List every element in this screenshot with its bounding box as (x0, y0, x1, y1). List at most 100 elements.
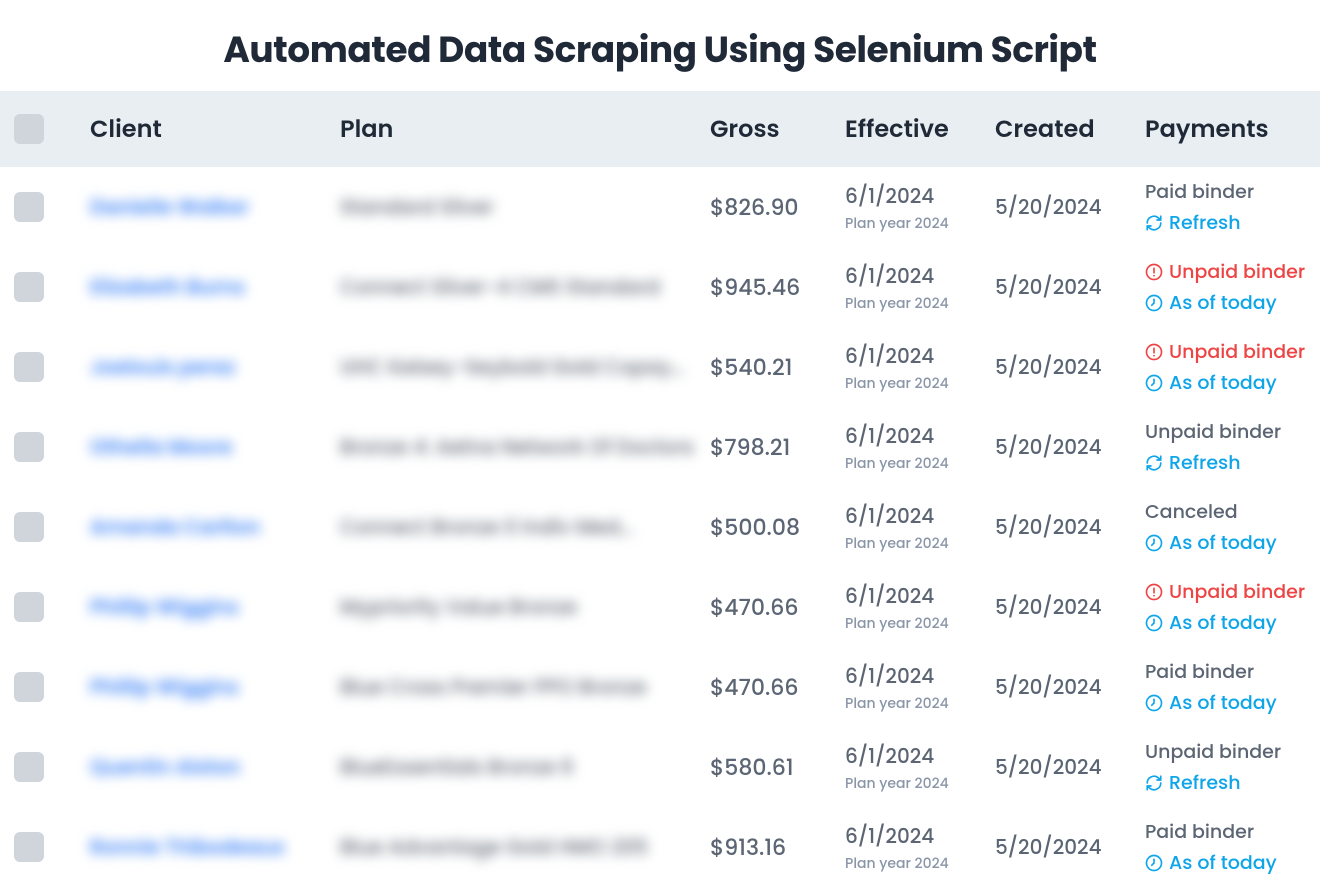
alert-circle-icon (1145, 583, 1163, 601)
payments-cell: Unpaid binderAs of today (1145, 337, 1320, 397)
effective-cell: 6/1/2024Plan year 2024 (845, 421, 995, 474)
created-date: 5/20/2024 (995, 272, 1145, 302)
client-name[interactable]: Joelouis perez (90, 352, 340, 382)
as-of-today-action[interactable]: As of today (1145, 528, 1320, 557)
refresh-action[interactable]: Refresh (1145, 768, 1320, 797)
effective-date: 6/1/2024 (845, 261, 995, 291)
payments-cell: Paid binderAs of today (1145, 817, 1320, 877)
payment-status: Unpaid binder (1145, 577, 1320, 606)
row-checkbox-cell (0, 592, 90, 622)
refresh-action[interactable]: Refresh (1145, 208, 1320, 237)
client-name[interactable]: Quentin Alston (90, 752, 340, 782)
row-checkbox-cell (0, 752, 90, 782)
client-name[interactable]: Ronnie Thibodeaux (90, 832, 340, 862)
effective-cell: 6/1/2024Plan year 2024 (845, 821, 995, 874)
client-name[interactable]: Amanda Carlton (90, 512, 340, 542)
header-checkbox-cell (0, 114, 90, 144)
client-name[interactable]: Danielle Walker (90, 192, 340, 222)
plan-name: UHC Kelsey-Seybold Gold Copay… (340, 352, 710, 382)
clock-icon (1145, 694, 1163, 712)
gross-amount: $945.46 (710, 271, 845, 304)
plan-name: BlueEssentials Bronze 6 (340, 752, 710, 782)
row-checkbox-cell (0, 512, 90, 542)
as-of-today-action[interactable]: As of today (1145, 848, 1320, 877)
plan-name: Blue Cross Premier PPO Bronze (340, 672, 710, 702)
row-checkbox-cell (0, 272, 90, 302)
payment-status-text: Paid binder (1145, 817, 1254, 846)
created-date: 5/20/2024 (995, 592, 1145, 622)
page-title: Automated Data Scraping Using Selenium S… (0, 0, 1320, 91)
table-row: Phillip WigginsBlue Cross Premier PPO Br… (0, 647, 1320, 727)
plan-name: Connect Silver-4 CMS Standard (340, 272, 710, 302)
refresh-action[interactable]: Refresh (1145, 448, 1320, 477)
th-client: Client (90, 112, 340, 147)
effective-cell: 6/1/2024Plan year 2024 (845, 261, 995, 314)
row-checkbox-cell (0, 192, 90, 222)
client-name[interactable]: Elizabeth Burns (90, 272, 340, 302)
as-of-today-action[interactable]: As of today (1145, 688, 1320, 717)
payments-cell: Unpaid binderAs of today (1145, 577, 1320, 637)
payment-status: Canceled (1145, 497, 1320, 526)
effective-date: 6/1/2024 (845, 501, 995, 531)
plan-year: Plan year 2024 (845, 853, 995, 874)
payments-cell: Unpaid binderRefresh (1145, 417, 1320, 477)
plan-year: Plan year 2024 (845, 213, 995, 234)
table-body: Danielle WalkerStandard Silver$826.906/1… (0, 167, 1320, 887)
row-checkbox[interactable] (14, 752, 44, 782)
effective-cell: 6/1/2024Plan year 2024 (845, 501, 995, 554)
alert-circle-icon (1145, 263, 1163, 281)
client-name[interactable]: Phillip Wiggins (90, 672, 340, 702)
plan-year: Plan year 2024 (845, 453, 995, 474)
payment-status: Unpaid binder (1145, 737, 1320, 766)
row-checkbox[interactable] (14, 192, 44, 222)
effective-cell: 6/1/2024Plan year 2024 (845, 181, 995, 234)
payment-status-text: Canceled (1145, 497, 1238, 526)
as-of-today-action[interactable]: As of today (1145, 368, 1320, 397)
effective-date: 6/1/2024 (845, 741, 995, 771)
row-checkbox-cell (0, 352, 90, 382)
client-name[interactable]: Phillip Wiggins (90, 592, 340, 622)
effective-date: 6/1/2024 (845, 581, 995, 611)
gross-amount: $470.66 (710, 671, 845, 704)
as-of-today-action[interactable]: As of today (1145, 608, 1320, 637)
client-name[interactable]: Othella Moore (90, 432, 340, 462)
select-all-checkbox[interactable] (14, 114, 44, 144)
gross-amount: $826.90 (710, 191, 845, 224)
row-checkbox-cell (0, 672, 90, 702)
row-checkbox[interactable] (14, 352, 44, 382)
payment-status-text: Unpaid binder (1145, 417, 1281, 446)
clock-icon (1145, 534, 1163, 552)
as-of-today-action[interactable]: As of today (1145, 288, 1320, 317)
payments-cell: Paid binderAs of today (1145, 657, 1320, 717)
created-date: 5/20/2024 (995, 192, 1145, 222)
table-row: Danielle WalkerStandard Silver$826.906/1… (0, 167, 1320, 247)
row-checkbox[interactable] (14, 272, 44, 302)
row-checkbox[interactable] (14, 672, 44, 702)
payment-status-text: Unpaid binder (1169, 257, 1305, 286)
th-effective: Effective (845, 112, 995, 147)
created-date: 5/20/2024 (995, 832, 1145, 862)
gross-amount: $913.16 (710, 831, 845, 864)
payment-action-text: As of today (1169, 848, 1277, 877)
plan-year: Plan year 2024 (845, 373, 995, 394)
plan-name: Mypriority Value Bronze (340, 592, 710, 622)
effective-cell: 6/1/2024Plan year 2024 (845, 581, 995, 634)
payment-status-text: Paid binder (1145, 177, 1254, 206)
effective-cell: 6/1/2024Plan year 2024 (845, 341, 995, 394)
effective-date: 6/1/2024 (845, 821, 995, 851)
th-gross: Gross (710, 112, 845, 147)
table-row: Quentin AlstonBlueEssentials Bronze 6$58… (0, 727, 1320, 807)
effective-date: 6/1/2024 (845, 181, 995, 211)
refresh-icon (1145, 214, 1163, 232)
row-checkbox[interactable] (14, 832, 44, 862)
effective-date: 6/1/2024 (845, 341, 995, 371)
row-checkbox[interactable] (14, 592, 44, 622)
created-date: 5/20/2024 (995, 432, 1145, 462)
payment-status: Paid binder (1145, 657, 1320, 686)
gross-amount: $580.61 (710, 751, 845, 784)
row-checkbox[interactable] (14, 432, 44, 462)
payment-action-text: As of today (1169, 608, 1277, 637)
refresh-icon (1145, 774, 1163, 792)
created-date: 5/20/2024 (995, 512, 1145, 542)
row-checkbox[interactable] (14, 512, 44, 542)
